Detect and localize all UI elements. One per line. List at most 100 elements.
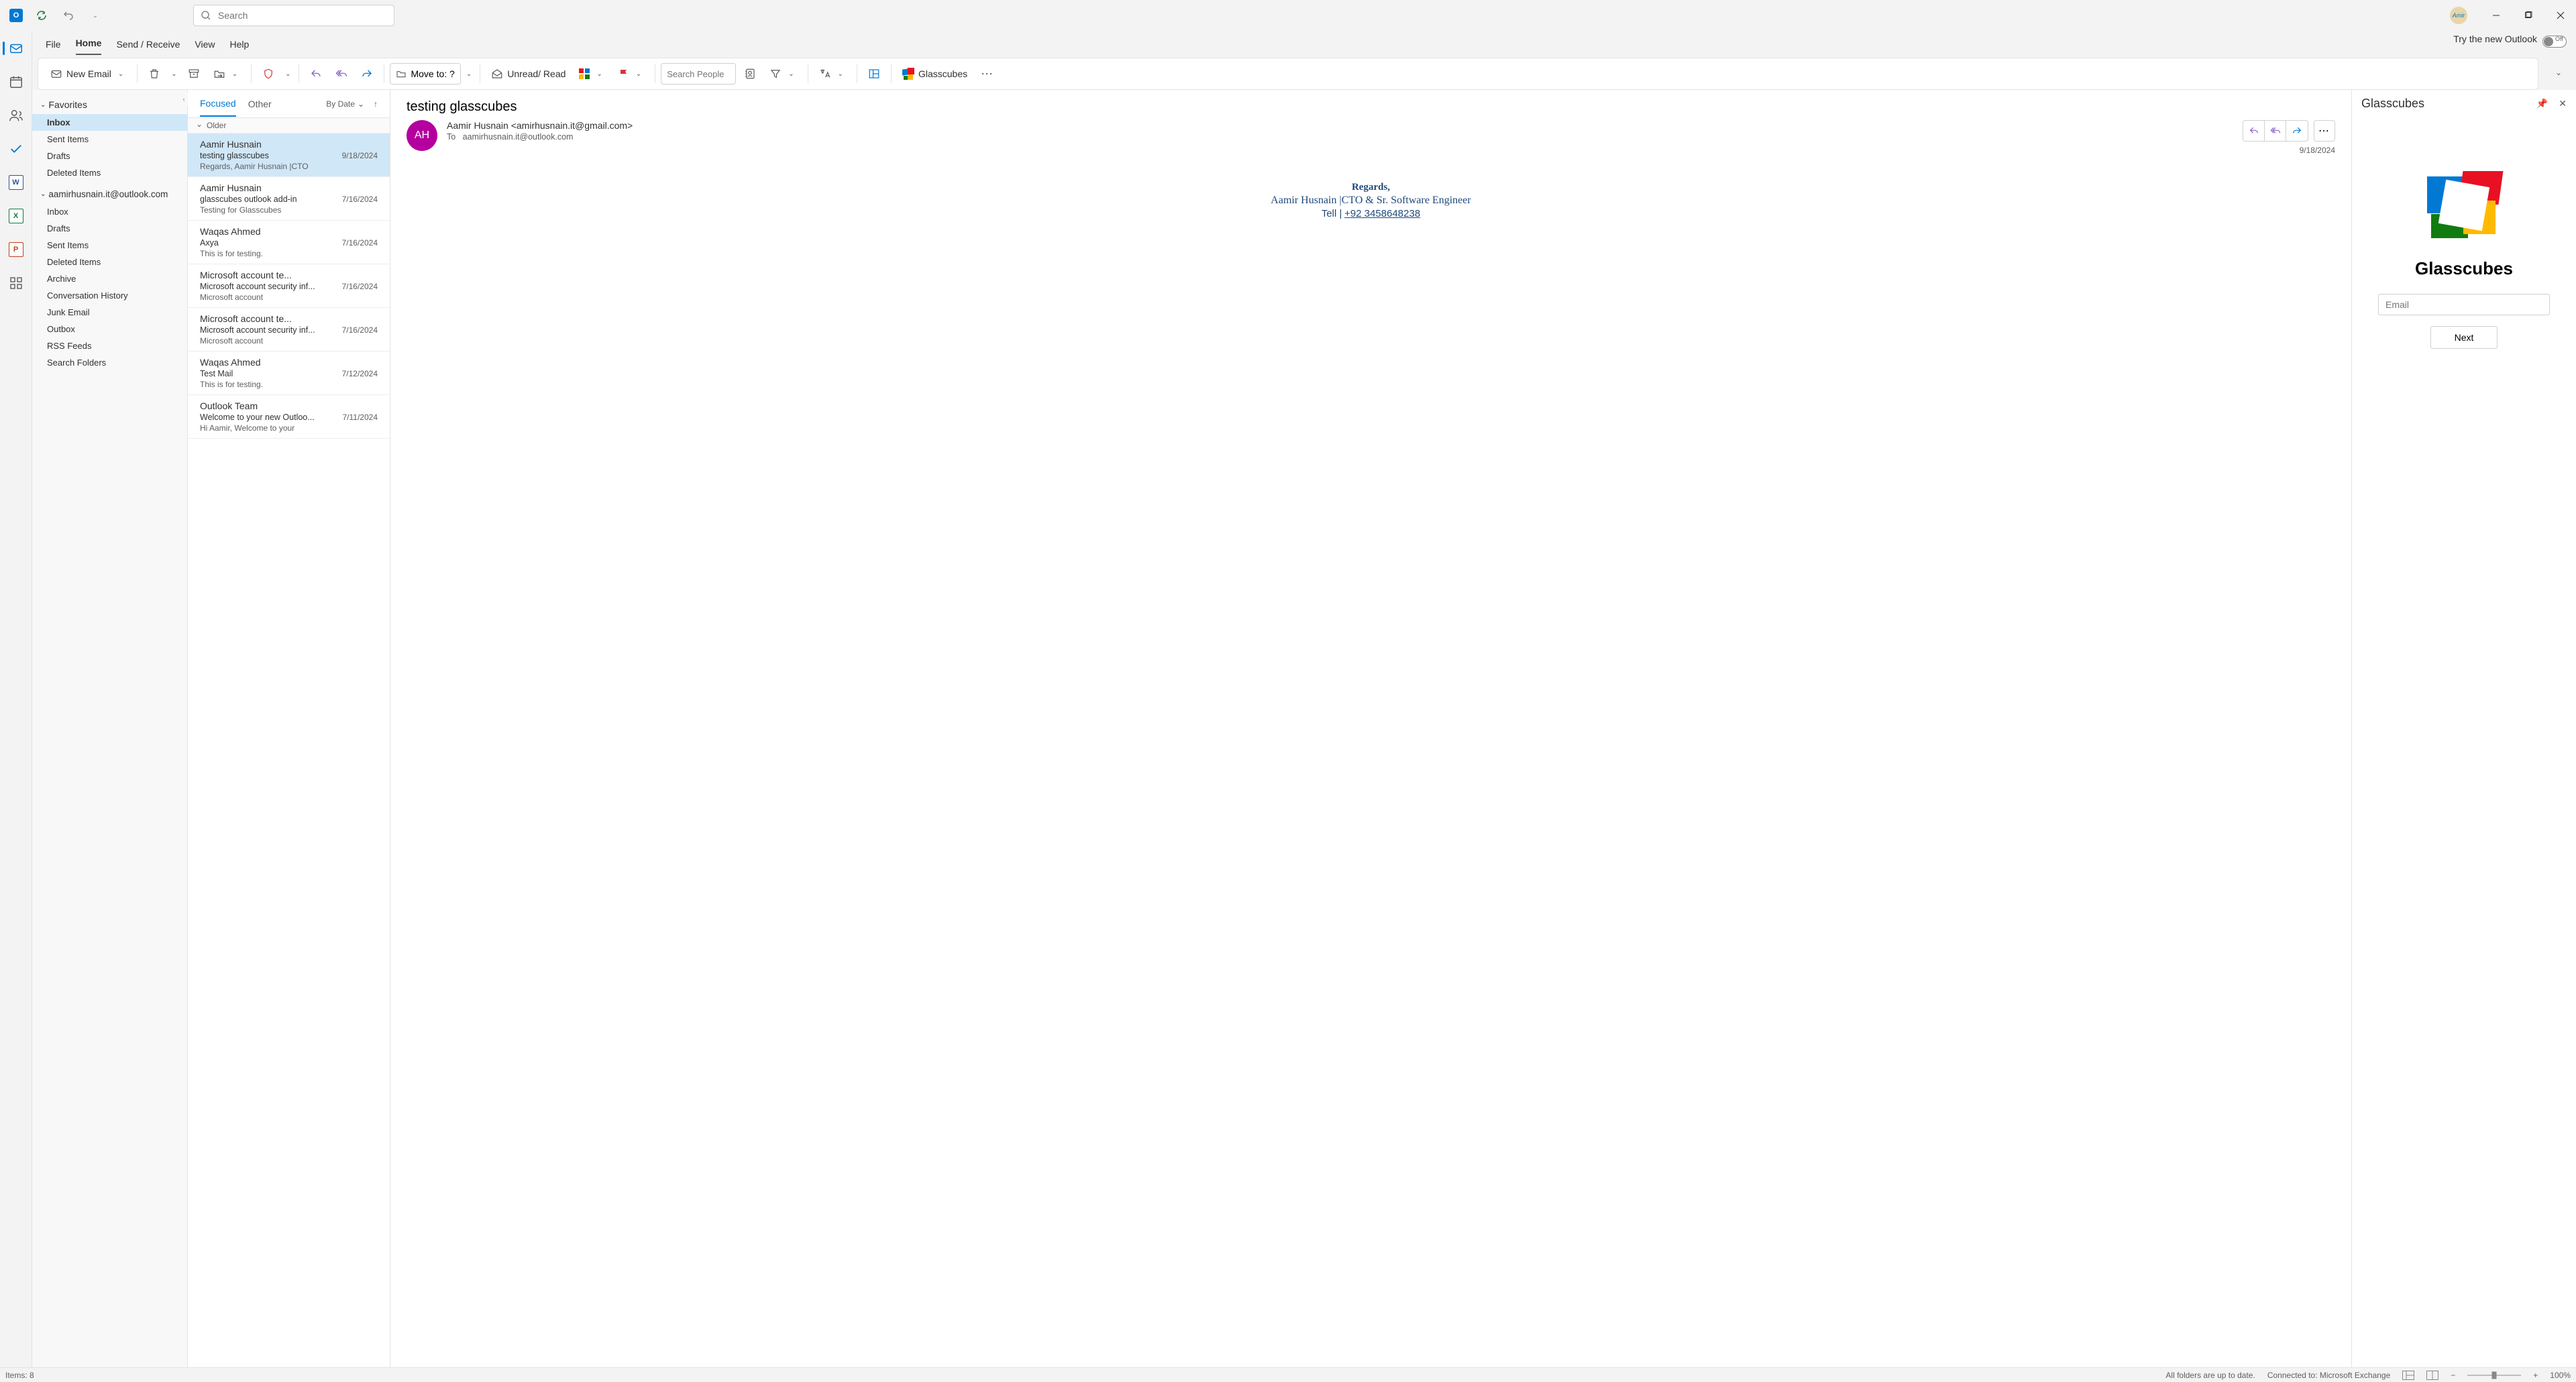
sort-by-date[interactable]: By Date ⌄ ↑ — [326, 99, 378, 109]
folder-item[interactable]: Deleted Items — [32, 254, 187, 270]
message-from: Waqas Ahmed — [200, 357, 261, 368]
ribbon: New Email ⌄ ⌄ ⌄ ⌄ — [38, 58, 2538, 90]
layout-button[interactable] — [863, 62, 885, 85]
message-date: 9/18/2024 — [2243, 146, 2335, 155]
view-reading-button[interactable] — [2426, 1371, 2438, 1380]
folder-item[interactable]: Search Folders — [32, 354, 187, 371]
undo-icon[interactable] — [60, 7, 76, 23]
search-people-input[interactable] — [661, 63, 736, 85]
message-item[interactable]: Microsoft account te...Microsoft account… — [188, 308, 390, 352]
zoom-slider[interactable] — [2467, 1371, 2521, 1380]
sort-direction-icon[interactable]: ↑ — [374, 99, 378, 109]
folder-item[interactable]: Drafts — [32, 220, 187, 237]
rail-powerpoint-icon[interactable]: P — [3, 235, 30, 264]
message-item[interactable]: Outlook TeamWelcome to your new Outloo..… — [188, 395, 390, 439]
filter-button[interactable]: ⌄ — [764, 62, 802, 85]
address-book-button[interactable] — [739, 62, 761, 85]
menu-file[interactable]: File — [46, 39, 61, 55]
rail-mail-icon[interactable] — [3, 34, 30, 63]
folder-item[interactable]: Junk Email — [32, 304, 187, 321]
try-new-outlook-toggle[interactable]: Off — [2542, 36, 2567, 48]
folder-item[interactable]: Sent Items — [32, 131, 187, 148]
favorites-header[interactable]: ⌄Favorites — [32, 95, 187, 114]
reply-all-button[interactable] — [330, 62, 353, 85]
menu-send-receive[interactable]: Send / Receive — [116, 39, 180, 55]
close-button[interactable] — [2545, 0, 2576, 31]
reply-all-action[interactable] — [2265, 121, 2286, 141]
folder-item[interactable]: RSS Feeds — [32, 337, 187, 354]
folder-item[interactable]: Conversation History — [32, 287, 187, 304]
user-avatar[interactable]: Amir — [2450, 7, 2467, 24]
message-item[interactable]: Aamir Husnainglasscubes outlook add-in7/… — [188, 177, 390, 221]
tab-other[interactable]: Other — [248, 92, 272, 116]
move-button[interactable]: ⌄ — [208, 62, 246, 85]
chevron-down-icon[interactable]: ⌄ — [633, 70, 644, 78]
message-more-actions[interactable]: ⋯ — [2314, 120, 2335, 142]
next-button[interactable]: Next — [2430, 326, 2498, 349]
chevron-down-icon[interactable]: ⌄ — [115, 70, 126, 78]
close-pane-icon[interactable]: ✕ — [2559, 98, 2567, 109]
view-normal-button[interactable] — [2402, 1371, 2414, 1380]
message-item[interactable]: Microsoft account te...Microsoft account… — [188, 264, 390, 308]
rail-todo-icon[interactable] — [3, 134, 30, 164]
folder-item[interactable]: Sent Items — [32, 237, 187, 254]
chevron-down-icon[interactable]: ⌄ — [835, 70, 846, 78]
group-header-older[interactable]: Older — [188, 118, 390, 134]
delete-dropdown[interactable]: ⌄ — [168, 70, 179, 78]
search-input[interactable] — [218, 10, 387, 21]
categorize-button[interactable]: ⌄ — [574, 62, 610, 85]
folder-item[interactable]: Archive — [32, 270, 187, 287]
folder-item[interactable]: Drafts — [32, 148, 187, 164]
flag-button[interactable]: ⌄ — [613, 62, 649, 85]
message-item[interactable]: Aamir Husnaintesting glasscubes9/18/2024… — [188, 134, 390, 177]
archive-button[interactable] — [182, 62, 205, 85]
account-header[interactable]: ⌄aamirhusnain.it@outlook.com — [32, 185, 187, 203]
rail-more-apps-icon[interactable] — [3, 268, 30, 298]
message-item[interactable]: Waqas AhmedAxya7/16/2024This is for test… — [188, 221, 390, 264]
ribbon-collapse-button[interactable]: ⌄ — [2555, 68, 2562, 77]
glasscubes-ribbon-button[interactable]: Glasscubes — [897, 62, 973, 85]
ribbon-more-button[interactable]: ⋯ — [975, 62, 1000, 85]
email-field[interactable] — [2378, 294, 2550, 315]
chevron-down-icon[interactable]: ⌄ — [594, 70, 604, 78]
forward-action[interactable] — [2286, 121, 2308, 141]
search-box[interactable] — [193, 5, 394, 26]
zoom-level[interactable]: 100% — [2550, 1371, 2571, 1380]
folder-item[interactable]: Deleted Items — [32, 164, 187, 181]
menu-view[interactable]: View — [195, 39, 215, 55]
zoom-in-button[interactable]: + — [2533, 1371, 2538, 1380]
delete-button[interactable] — [143, 62, 166, 85]
customize-qat-dropdown[interactable]: ⌄ — [87, 7, 103, 23]
translate-button[interactable]: ⌄ — [814, 62, 851, 85]
new-email-button[interactable]: New Email ⌄ — [45, 62, 131, 85]
move-to-dropdown[interactable]: ⌄ — [464, 70, 474, 78]
menu-help[interactable]: Help — [230, 39, 250, 55]
reply-action[interactable] — [2243, 121, 2265, 141]
folder-item[interactable]: Inbox — [32, 114, 187, 131]
menu-home[interactable]: Home — [76, 38, 102, 55]
chevron-down-icon[interactable]: ⌄ — [229, 70, 240, 78]
chevron-down-icon[interactable]: ⌄ — [786, 70, 796, 78]
rail-calendar-icon[interactable] — [3, 67, 30, 97]
minimize-button[interactable] — [2481, 0, 2512, 31]
unread-read-button[interactable]: Unread/ Read — [486, 62, 571, 85]
folder-item[interactable]: Inbox — [32, 203, 187, 220]
rail-word-icon[interactable]: W — [3, 168, 30, 197]
zoom-out-button[interactable]: − — [2451, 1371, 2455, 1380]
rail-excel-icon[interactable]: X — [3, 201, 30, 231]
envelope-open-icon — [491, 68, 503, 80]
forward-button[interactable] — [356, 62, 378, 85]
pin-icon[interactable]: 📌 — [2536, 98, 2548, 109]
sync-icon[interactable] — [34, 7, 50, 23]
message-item[interactable]: Waqas AhmedTest Mail7/12/2024This is for… — [188, 352, 390, 395]
report-dropdown[interactable]: ⌄ — [282, 70, 293, 78]
reply-button[interactable] — [305, 62, 327, 85]
maximize-button[interactable] — [2513, 0, 2544, 31]
move-to-combo[interactable]: Move to: ? — [390, 63, 460, 85]
report-button[interactable] — [257, 62, 280, 85]
folder-item[interactable]: Outbox — [32, 321, 187, 337]
phone-link[interactable]: +92 3458648238 — [1344, 208, 1420, 219]
tab-focused[interactable]: Focused — [200, 91, 236, 117]
rail-people-icon[interactable] — [3, 101, 30, 130]
collapse-folder-pane-button[interactable]: ‹ — [180, 93, 188, 106]
